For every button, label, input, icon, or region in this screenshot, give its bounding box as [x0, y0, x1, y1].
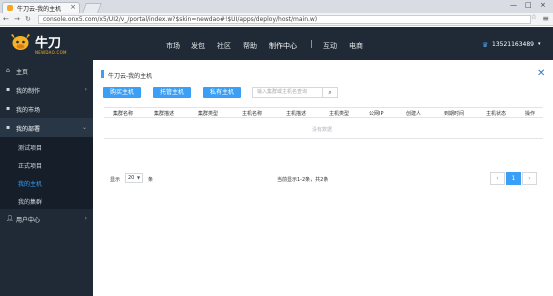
sidebar-subitem-test-project[interactable]: 测试项目: [0, 137, 93, 155]
col-cluster-desc[interactable]: 集群描述: [154, 110, 174, 117]
unit-label: 条: [148, 177, 154, 183]
browser-menu-icon[interactable]: ≡: [542, 14, 549, 23]
search-input[interactable]: 输入集群或主机名查询: [252, 87, 323, 98]
nav-interact[interactable]: 互动: [323, 41, 337, 51]
sidebar-subitem-formal-project[interactable]: 正式项目: [0, 155, 93, 173]
url-field[interactable]: console.onx5.com/x5/UI2/v_/portal/index.…: [38, 15, 531, 24]
chevron-right-icon: ›: [84, 215, 87, 222]
reload-icon[interactable]: ↻: [25, 15, 31, 23]
col-host-name[interactable]: 主机名称: [242, 110, 262, 117]
sidebar-item-my-market[interactable]: ▪ 我的市场: [0, 99, 93, 118]
forward-icon[interactable]: →: [14, 15, 20, 23]
show-label: 显示: [110, 177, 121, 183]
sidebar-item-label: 我的部署: [16, 126, 41, 133]
col-host-status[interactable]: 主机状态: [486, 110, 506, 117]
sidebar-item-my-deploy[interactable]: ▪ 我的部署 ⌄: [0, 118, 93, 137]
chevron-down-icon[interactable]: ▼: [137, 175, 140, 180]
hosted-host-button[interactable]: 托管主机: [153, 87, 191, 98]
nav-publish[interactable]: 发包: [191, 41, 205, 51]
bookmark-star-icon[interactable]: ☆: [531, 13, 537, 21]
user-phone[interactable]: 13521163489: [492, 41, 534, 48]
logo-subtitle: NEWDAO.COM: [35, 50, 67, 55]
col-creator[interactable]: 创建人: [406, 110, 421, 117]
subitem-label: 正式项目: [18, 163, 43, 170]
sidebar-item-my-build[interactable]: ▪ 我的制作 ›: [0, 80, 93, 99]
pagination-info: 当前显示1-2条，共2条: [277, 177, 329, 183]
crown-icon: ♛: [482, 41, 489, 49]
col-public-ip[interactable]: 公网IP: [369, 110, 384, 117]
col-cluster-type[interactable]: 集群类型: [198, 110, 218, 117]
build-icon: ▪: [6, 86, 11, 93]
private-host-button[interactable]: 私有主机: [203, 87, 241, 98]
user-menu-caret-icon[interactable]: ▾: [538, 41, 541, 47]
window-close-icon[interactable]: ×: [540, 1, 546, 9]
maximize-icon[interactable]: □: [525, 1, 532, 9]
nav-community[interactable]: 社区: [217, 41, 231, 51]
chevron-down-icon: ⌄: [81, 124, 87, 131]
tab-title: 牛刀云-我的主机: [17, 6, 62, 13]
col-cluster-name[interactable]: 集群名称: [113, 110, 133, 117]
close-icon[interactable]: ✕: [537, 68, 545, 79]
col-host-desc[interactable]: 主机描述: [286, 110, 306, 117]
tab-close-icon[interactable]: ×: [70, 3, 76, 11]
sidebar-item-home[interactable]: ⌂ 主页: [0, 61, 93, 80]
breadcrumb: 牛刀云-我的主机: [108, 73, 153, 80]
chevron-right-icon: ›: [84, 86, 87, 93]
buy-host-button[interactable]: 购买主机: [103, 87, 141, 98]
breadcrumb-marker: [101, 70, 104, 78]
nav-help[interactable]: 帮助: [243, 41, 257, 51]
minimize-icon[interactable]: —: [510, 1, 517, 9]
sidebar-subitem-my-cluster[interactable]: 我的集群: [0, 191, 93, 209]
market-icon: ▪: [6, 105, 11, 112]
subitem-label: 测试项目: [18, 145, 43, 152]
page-size-select[interactable]: 20: [125, 173, 143, 183]
col-expire-time[interactable]: 到期时间: [444, 110, 464, 117]
next-page-button[interactable]: ›: [522, 172, 537, 185]
browser-tab[interactable]: 牛刀云-我的主机 ×: [2, 2, 80, 13]
sidebar-item-label: 我的制作: [16, 88, 41, 95]
empty-text: 没有数据: [312, 127, 333, 133]
home-icon: ⌂: [6, 67, 10, 74]
search-icon[interactable]: ⌕: [323, 87, 338, 98]
bull-logo-icon[interactable]: [10, 33, 31, 51]
browser-tab-bar: 牛刀云-我的主机 × — □ ×: [0, 0, 553, 13]
user-icon: 👤︎: [6, 215, 14, 222]
nav-divider: [311, 40, 312, 48]
sidebar-item-user-center[interactable]: 👤︎ 用户中心 ›: [0, 209, 93, 228]
sidebar-item-label: 用户中心: [16, 217, 41, 224]
sidebar-item-label: 主页: [16, 69, 29, 76]
col-host-type[interactable]: 主机类型: [329, 110, 349, 117]
subitem-label: 我的集群: [18, 199, 43, 206]
nav-market[interactable]: 市场: [166, 41, 180, 51]
sidebar-subitem-my-host[interactable]: 我的主机: [0, 173, 93, 191]
page-1-button[interactable]: 1: [506, 172, 521, 185]
prev-page-button[interactable]: ‹: [490, 172, 505, 185]
sidebar-item-label: 我的市场: [16, 107, 41, 114]
col-actions: 操作: [525, 111, 536, 117]
favicon-icon: [7, 5, 13, 11]
subitem-label: 我的主机: [18, 181, 43, 188]
new-tab-button[interactable]: [82, 3, 102, 13]
logo-text[interactable]: 牛刀: [35, 32, 61, 51]
nav-studio[interactable]: 制作中心: [269, 41, 297, 51]
nav-ecommerce[interactable]: 电商: [349, 41, 363, 51]
back-icon[interactable]: ←: [3, 15, 9, 23]
address-bar: ← → ↻ console.onx5.com/x5/UI2/v_/portal/…: [0, 13, 553, 26]
deploy-icon: ▪: [6, 124, 11, 131]
